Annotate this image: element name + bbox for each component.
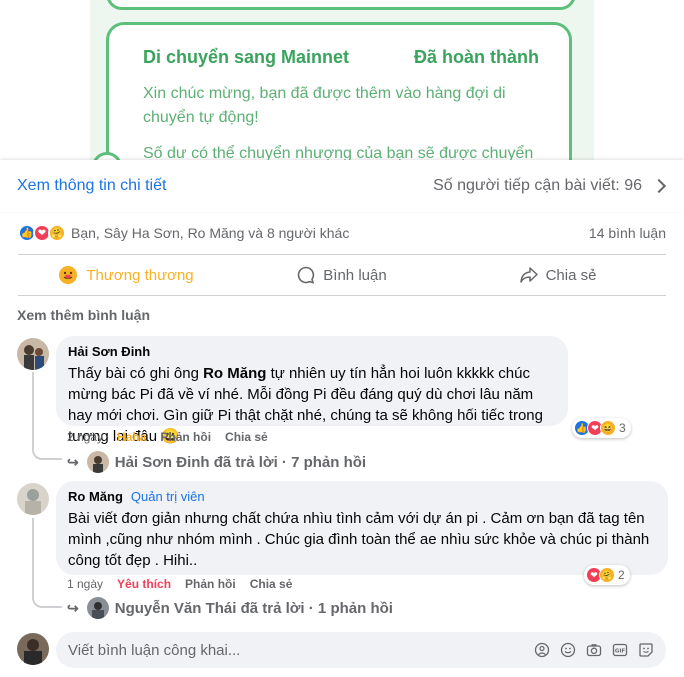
care-reaction-icon: 🤗: [48, 224, 66, 242]
avatar[interactable]: [17, 338, 49, 370]
reactions-summary: 👍 ❤ 🤗 Bạn, Sây Ha Sơn, Ro Măng và 8 ngườ…: [18, 222, 666, 244]
comment-author[interactable]: Ro Măng: [68, 489, 123, 504]
comment-input[interactable]: [68, 641, 534, 659]
avatar[interactable]: [17, 483, 49, 515]
react-love-button[interactable]: Yêu thích: [117, 577, 171, 591]
share-button[interactable]: Chia sẻ: [450, 255, 666, 295]
camera-icon[interactable]: [586, 642, 602, 658]
comment-reactions[interactable]: ❤ 🤗 2: [584, 565, 630, 585]
view-replies[interactable]: ↪ Nguyễn Văn Thái đã trả lời · 1 phản hồ…: [67, 597, 393, 619]
post-action-bar: Thương thương Bình luận Chia sẻ: [18, 254, 666, 296]
react-label: Thương thương: [86, 266, 194, 284]
reactors-list: Bạn, Sây Ha Sơn, Ro Măng và 8 người khác: [71, 225, 350, 241]
view-more-comments[interactable]: Xem thêm bình luận: [17, 307, 150, 323]
avatar: [86, 451, 109, 473]
mainnet-migration-card: Di chuyển sang Mainnet Đã hoàn thành Xin…: [106, 22, 572, 160]
haha-reaction-icon: 😆: [600, 420, 616, 436]
comment-text: Bài viết đơn giản nhưng chất chứa nhìu t…: [68, 510, 650, 569]
comment-author-row: Ro Măng Quản trị viên: [68, 489, 656, 504]
comment-age[interactable]: 2 ngày: [67, 430, 103, 444]
card-status: Đã hoàn thành: [414, 47, 539, 67]
thread-line: [32, 518, 62, 608]
view-details-link[interactable]: Xem thông tin chi tiết: [17, 177, 166, 195]
reply-button[interactable]: Phản hồi: [160, 430, 211, 444]
comment-age[interactable]: 1 ngày: [67, 577, 103, 591]
gif-icon[interactable]: GIF: [612, 642, 628, 658]
replies-summary: Nguyễn Văn Thái đã trả lời · 1 phản hồi: [114, 599, 393, 617]
comment-label: Bình luận: [323, 266, 387, 284]
card-text-congrats: Xin chúc mừng, bạn đã được thêm vào hàng…: [143, 85, 506, 126]
share-label: Chia sẻ: [545, 266, 597, 284]
comment-icon: [297, 266, 315, 284]
post-page: Di chuyển sang Mainnet Đã hoàn thành Xin…: [0, 0, 684, 677]
previous-card: [106, 0, 576, 10]
composer-tools: GIF: [534, 642, 654, 658]
avatar-sticker-icon[interactable]: [534, 642, 550, 658]
share-comment-button[interactable]: Chia sẻ: [250, 577, 293, 591]
emoji-icon[interactable]: [560, 642, 576, 658]
reply-arrow-icon: ↪: [67, 453, 79, 470]
comment-reactions[interactable]: 👍 ❤ 😆 3: [572, 418, 631, 438]
share-icon: [519, 266, 538, 284]
reaction-count: 2: [618, 568, 625, 582]
care-reaction-icon: 🤗: [599, 567, 615, 583]
comment-meta: 1 ngày Yêu thích Phản hồi Chia sẻ: [67, 577, 292, 591]
comment-count[interactable]: 14 bình luận: [589, 225, 666, 241]
react-haha-button[interactable]: Haha: [117, 430, 146, 444]
comment-composer: GIF: [56, 632, 666, 668]
comment-button[interactable]: Bình luận: [234, 255, 450, 295]
avatar: [86, 597, 109, 619]
comment-author[interactable]: Hải Sơn Đinh: [68, 344, 556, 359]
admin-badge: Quản trị viên: [130, 489, 205, 504]
reaction-names[interactable]: 👍 ❤ 🤗 Bạn, Sây Ha Sơn, Ro Măng và 8 ngườ…: [18, 224, 349, 242]
sticker-icon[interactable]: [638, 642, 654, 658]
reply-button[interactable]: Phản hồi: [185, 577, 236, 591]
post-reach[interactable]: Số người tiếp cận bài viết: 96: [433, 177, 667, 195]
comment-bubble: Ro Măng Quản trị viên Bài viết đơn giản n…: [56, 481, 668, 575]
comment-meta: 2 ngày Haha Phản hồi Chia sẻ: [67, 430, 268, 444]
comment-bubble: Hải Sơn Đinh Thấy bài có ghi ông Ro Măng…: [56, 336, 568, 445]
reaction-count: 3: [619, 421, 626, 435]
svg-text:GIF: GIF: [615, 649, 626, 655]
current-user-avatar[interactable]: [17, 633, 49, 665]
react-button[interactable]: Thương thương: [18, 255, 234, 295]
reply-arrow-icon: ↪: [67, 599, 79, 616]
comment-text-part: Thấy bài có ghi ông: [68, 365, 204, 382]
care-reaction-icon: [58, 265, 78, 285]
card-text-balance: Số dư có thể chuyển nhượng của bạn sẽ đư…: [143, 145, 534, 160]
view-replies[interactable]: ↪ Hải Sơn Đinh đã trả lời · 7 phản hồi: [67, 451, 366, 473]
thread-line: [32, 372, 62, 460]
replies-summary: Hải Sơn Đinh đã trả lời · 7 phản hồi: [114, 453, 367, 471]
post-details-bar: Xem thông tin chi tiết Số người tiếp cận…: [0, 160, 684, 212]
post-image[interactable]: Di chuyển sang Mainnet Đã hoàn thành Xin…: [0, 0, 684, 160]
mention-link[interactable]: Ro Măng: [203, 365, 266, 382]
card-title: Di chuyển sang Mainnet: [143, 47, 350, 67]
share-comment-button[interactable]: Chia sẻ: [225, 430, 268, 444]
reach-label: Số người tiếp cận bài viết: 96: [433, 177, 642, 194]
chevron-right-icon: [651, 178, 667, 194]
